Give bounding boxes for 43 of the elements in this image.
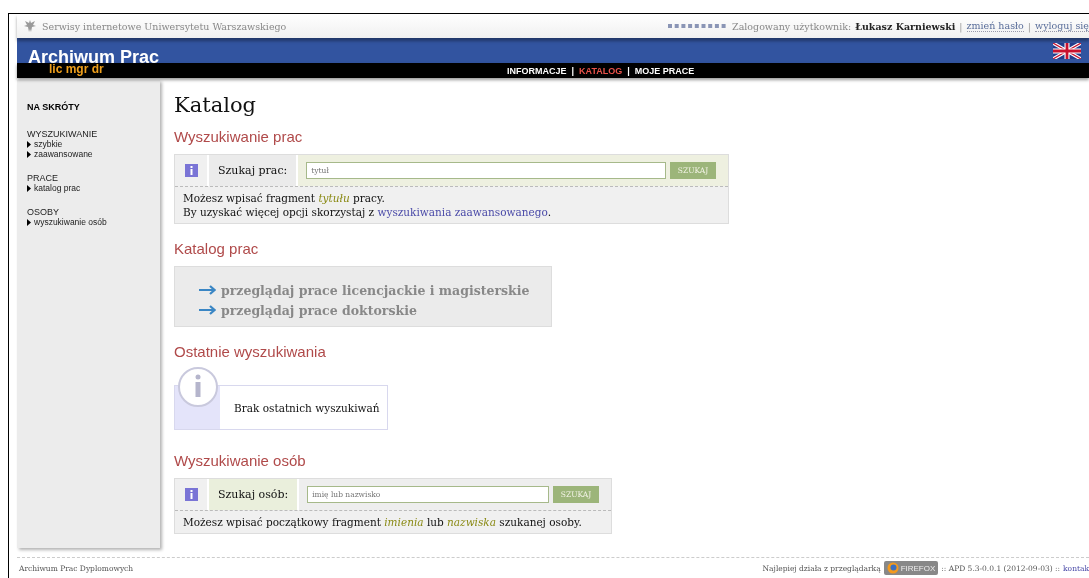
page-title: Katalog [174,93,257,117]
help-text: Możesz wpisać fragment tytułu pracy. [183,191,386,205]
separator: | [1027,20,1032,32]
help-text: By uzyskać więcej opcji skorzystaj z [183,206,375,218]
user-name: Łukasz Karniewski [855,20,956,32]
section-heading: Ostatnie wyszukiwania [174,343,327,360]
info-icon [184,164,198,177]
eagle-icon [23,19,37,33]
separator: | [959,20,963,32]
sidebar-heading: PRACE [27,173,58,183]
separator: | [627,65,630,76]
sidebar-item[interactable]: katalog prac [27,183,81,193]
sidebar-item[interactable]: zaawansowane [27,149,93,159]
uk-flag-icon[interactable] [1053,43,1081,59]
logged-label: Zalogowany użytkownik: [732,20,852,32]
logout-link[interactable]: wyloguj się [1035,20,1089,32]
arrow-icon [199,285,216,295]
sidebar-item[interactable]: wyszukiwanie osób [27,217,107,227]
help-text: Możesz wpisać początkowy fragment imienia lub nazwiska szukanej osoby. [183,515,583,529]
section-heading: Katalog prac [174,240,260,257]
sidebar-heading: OSOBY [27,207,59,217]
section-heading: Wyszukiwanie prac [174,128,304,145]
site-title: Serwisy internetowe Uniwersytetu Warszawskiego [42,20,287,32]
change-password-link[interactable]: zmień hasło [966,20,1024,32]
nav-tab[interactable]: KATALOG [579,65,623,76]
sidebar-heading: WYSZUKIWANIE [27,129,98,139]
search-label: Szukaj osób: [209,479,300,510]
triangle-icon [27,218,31,226]
info-icon [184,488,198,501]
section-heading: Wyszukiwanie osób [174,452,307,469]
sidebar-title: NA SKRÓTY [27,102,81,112]
help-text: . [547,206,551,218]
browser-badge: FIREFOX [883,561,939,575]
empty-message: Brak ostatnich wyszukiwań [233,401,380,414]
nav-tab[interactable]: INFORMACJE [507,65,567,76]
arrow-icon [199,305,216,315]
separator: | [571,65,575,76]
search-label: Szukaj prac: [209,155,299,186]
sidebar-item[interactable]: szybkie [27,139,63,149]
nav-tab[interactable]: MOJE PRACE [634,65,695,76]
dots-decoration [668,24,729,28]
advanced-search-link[interactable]: wyszukiwania zaawansowanego [377,206,548,218]
triangle-icon [27,184,31,192]
